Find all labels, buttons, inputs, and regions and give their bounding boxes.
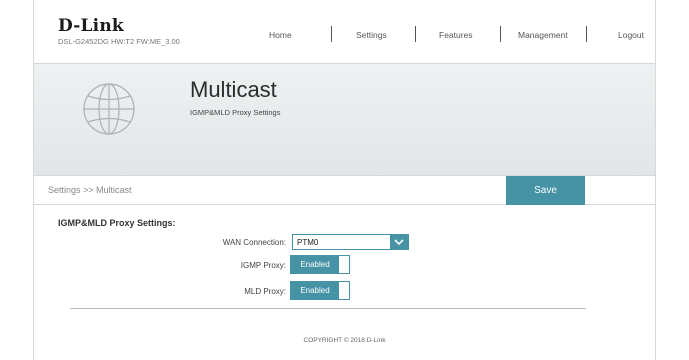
wan-connection-row: WAN Connection: [34,238,286,250]
nav-features[interactable]: Features [439,30,473,40]
brand: D-Link DSL-G2452DG HW:T2 FW:ME_3.00 [58,16,180,47]
nav-separator [500,26,501,42]
igmp-proxy-toggle[interactable]: Enabled [290,255,350,274]
divider [70,308,586,309]
page-title: Multicast [190,77,277,102]
firmware-info: DSL-G2452DG HW:T2 FW:ME_3.00 [58,37,180,46]
nav-logout[interactable]: Logout [618,30,644,40]
page-banner: Multicast IGMP&MLD Proxy Settings [34,63,655,176]
breadcrumb-bar: Settings >> Multicast Save [34,176,655,205]
mld-proxy-toggle[interactable]: Enabled [290,281,350,300]
breadcrumb: Settings >> Multicast [48,185,132,195]
copyright-footer: COPYRIGHT © 2018 D-Link [303,337,386,344]
wan-connection-value: PTM0 [297,238,319,247]
save-button[interactable]: Save [506,176,585,205]
section-title: IGMP&MLD Proxy Settings: [58,218,176,228]
mld-proxy-row: MLD Proxy: [34,287,286,299]
mld-proxy-label: MLD Proxy: [244,287,286,296]
mld-proxy-state: Enabled [291,282,339,299]
chevron-down-icon[interactable] [390,235,408,249]
globe-icon [83,83,135,135]
wan-connection-label: WAN Connection: [222,238,286,247]
nav-separator [415,26,416,42]
header: D-Link DSL-G2452DG HW:T2 FW:ME_3.00 Home… [34,0,655,63]
nav-home[interactable]: Home [269,30,292,40]
dlink-logo: D-Link [58,16,124,36]
nav-separator [586,26,587,42]
nav-separator [331,26,332,42]
igmp-proxy-label: IGMP Proxy: [240,261,286,270]
wan-connection-select[interactable]: PTM0 [292,234,409,250]
nav-settings[interactable]: Settings [356,30,387,40]
page-subtitle: IGMP&MLD Proxy Settings [190,108,281,117]
page-frame: D-Link DSL-G2452DG HW:T2 FW:ME_3.00 Home… [33,0,656,360]
igmp-proxy-row: IGMP Proxy: [34,261,286,273]
igmp-proxy-state: Enabled [291,256,339,273]
nav-management[interactable]: Management [518,30,568,40]
